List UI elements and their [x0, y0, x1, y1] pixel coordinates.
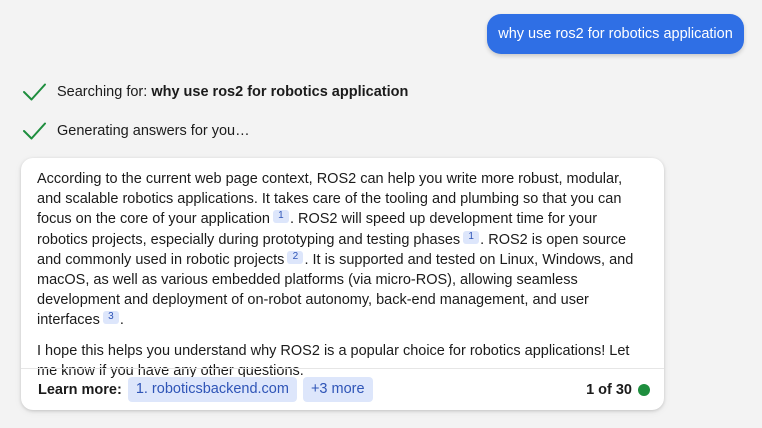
learn-more-footer: Learn more: 1. roboticsbackend.com +3 mo… — [21, 368, 664, 410]
status-searching: Searching for: why use ros2 for robotics… — [22, 80, 408, 104]
citation-badge[interactable]: 3 — [102, 311, 119, 325]
turn-counter: 1 of 30 — [586, 381, 632, 398]
check-icon — [23, 122, 46, 140]
answer-text: . — [119, 312, 124, 329]
citation-badge[interactable]: 1 — [272, 210, 289, 224]
status-searching-query: why use ros2 for robotics application — [151, 84, 409, 100]
status-generating-text: Generating answers for you… — [57, 123, 250, 139]
source-link[interactable]: 1. roboticsbackend.com — [127, 377, 297, 402]
chat-page: why use ros2 for robotics application Se… — [0, 0, 762, 428]
status-searching-prefix: Searching for: — [57, 84, 148, 100]
citation-badge[interactable]: 2 — [287, 250, 304, 264]
status-dot-icon — [638, 383, 650, 396]
more-sources-button[interactable]: +3 more — [302, 377, 373, 402]
citation-badge[interactable]: 1 — [463, 230, 480, 244]
learn-more-label: Learn more: — [38, 381, 122, 398]
answer-card: According to the current web page contex… — [21, 158, 664, 410]
user-message-bubble: why use ros2 for robotics application — [487, 14, 744, 54]
status-generating: Generating answers for you… — [22, 119, 250, 143]
answer-paragraph: According to the current web page contex… — [37, 169, 648, 331]
check-icon — [23, 83, 46, 101]
answer-body: According to the current web page contex… — [21, 158, 664, 381]
user-message-text: why use ros2 for robotics application — [498, 26, 733, 42]
